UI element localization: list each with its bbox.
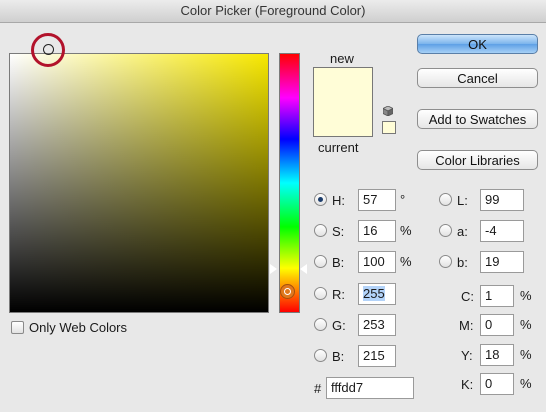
g-radio[interactable] [314,318,327,331]
k-unit: % [520,376,532,391]
color-picker-dialog: Color Picker (Foreground Color) new curr… [0,0,546,412]
blue-radio[interactable] [314,349,327,362]
y-input[interactable]: 18 [480,344,514,366]
c-label: C: [461,289,474,304]
s-input[interactable]: 16 [358,220,396,242]
a-input[interactable]: -4 [480,220,524,242]
y-label: Y: [461,348,473,363]
blue-input[interactable]: 215 [358,345,396,367]
web-safe-swatch[interactable] [382,121,396,134]
a-radio[interactable] [439,224,452,237]
m-label: M: [459,318,474,333]
s-radio[interactable] [314,224,327,237]
m-input[interactable]: 0 [480,314,514,336]
lab-b-input[interactable]: 19 [480,251,524,273]
a-label: a: [457,224,468,239]
m-unit: % [520,317,532,332]
y-unit: % [520,347,532,362]
add-to-swatches-button[interactable]: Add to Swatches [417,109,538,129]
hex-input[interactable]: fffdd7 [326,377,414,399]
b-label: B: [332,255,345,270]
only-web-colors-checkbox[interactable] [11,321,24,334]
c-input[interactable]: 1 [480,285,514,307]
r-input[interactable]: 255 [358,283,396,305]
l-input[interactable]: 99 [480,189,524,211]
r-input-selected-text: 255 [363,286,385,301]
ok-button[interactable]: OK [417,34,538,54]
selected-channel-indicator-icon [280,284,295,299]
color-field[interactable] [9,53,269,313]
degree-unit: ° [400,192,406,207]
h-input[interactable]: 57 [358,189,396,211]
lab-b-label: b: [457,255,468,270]
r-radio[interactable] [314,287,327,300]
k-label: K: [461,377,474,392]
slider-left-arrow-icon[interactable] [270,264,277,274]
l-label: L: [457,193,468,208]
b-radio[interactable] [314,255,327,268]
current-color-label: current [318,140,359,155]
slider-right-arrow-icon[interactable] [300,264,307,274]
s-label: S: [332,224,345,239]
new-color-label: new [330,51,354,66]
hex-label: # [314,381,322,396]
g-input[interactable]: 253 [358,314,396,336]
color-libraries-button[interactable]: Color Libraries [417,150,538,170]
new-color-swatch [313,67,373,104]
color-field-cursor[interactable] [43,44,54,55]
k-input[interactable]: 0 [480,373,514,395]
h-label: H: [332,193,345,208]
g-label: G: [332,318,346,333]
hue-slider[interactable] [279,53,300,313]
h-radio[interactable] [314,193,327,206]
c-unit: % [520,288,532,303]
current-color-swatch[interactable] [313,103,373,137]
lab-b-radio[interactable] [439,255,452,268]
cube-warning-icon[interactable] [383,106,393,116]
l-radio[interactable] [439,193,452,206]
cancel-button[interactable]: Cancel [417,68,538,88]
s-unit: % [400,223,412,238]
b-unit: % [400,254,412,269]
r-label: R: [332,287,345,302]
brightness-input[interactable]: 100 [358,251,396,273]
window-title: Color Picker (Foreground Color) [0,0,546,23]
only-web-colors-label: Only Web Colors [29,320,128,335]
blue-label: B: [332,349,345,364]
